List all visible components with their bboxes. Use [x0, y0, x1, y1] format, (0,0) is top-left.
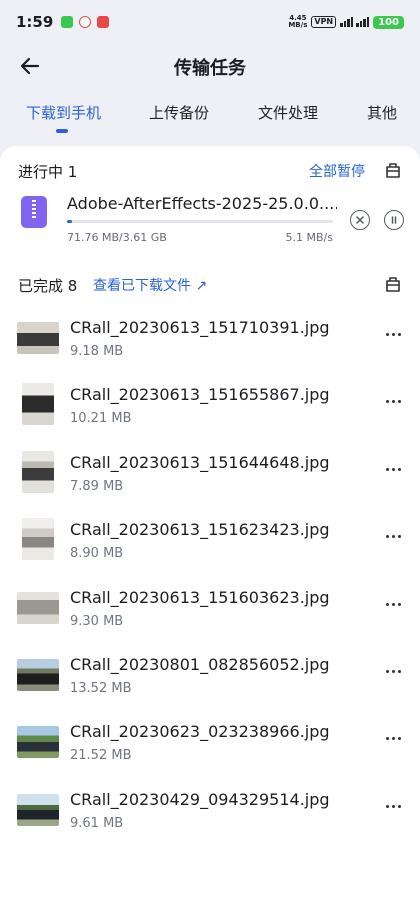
toolbox-icon[interactable] — [383, 160, 403, 180]
list-item[interactable]: CRall_20230613_151710391.jpg 9.18 MB — [0, 316, 420, 376]
download-file-name: Adobe-AfterEffects-2025-25.0.0.... — [67, 194, 337, 213]
list-item[interactable]: CRall_20230613_151603623.jpg 9.30 MB — [0, 586, 420, 646]
more-options-button[interactable] — [382, 796, 404, 816]
image-thumbnail — [17, 794, 59, 826]
tab-download-to-phone[interactable]: 下载到手机 — [26, 102, 101, 123]
more-options-button[interactable] — [382, 391, 404, 411]
tab-other[interactable]: 其他 — [367, 102, 397, 123]
tab-file-processing[interactable]: 文件处理 — [258, 102, 318, 123]
completed-heading: 已完成 8 — [18, 277, 78, 295]
vpn-badge: VPN — [311, 16, 337, 28]
view-downloaded-files-link[interactable]: 查看已下载文件 ↗ — [93, 275, 207, 295]
file-size: 8.90 MB — [70, 546, 124, 561]
download-speed: 5.1 MB/s — [285, 231, 333, 244]
more-options-button[interactable] — [382, 661, 404, 681]
file-size: 7.89 MB — [70, 479, 124, 494]
view-downloaded-files-label: 查看已下载文件 — [93, 278, 191, 294]
more-options-button[interactable] — [382, 324, 404, 344]
file-name: CRall_20230613_151655867.jpg — [70, 385, 330, 404]
close-icon — [356, 216, 364, 224]
list-item[interactable]: CRall_20230623_023238966.jpg 21.52 MB — [0, 720, 420, 780]
download-progress-bar — [67, 220, 333, 223]
file-size: 9.61 MB — [70, 816, 124, 831]
status-bar: 1:59 4.45 MB/s VPN 100 — [0, 0, 420, 44]
arrow-up-right-icon: ↗ — [195, 278, 208, 294]
status-time: 1:59 — [16, 13, 54, 31]
image-thumbnail — [17, 726, 59, 758]
header: 传输任务 — [0, 44, 420, 88]
cancel-download-button[interactable] — [350, 210, 370, 230]
list-item[interactable]: CRall_20230613_151623423.jpg 8.90 MB — [0, 518, 420, 578]
image-thumbnail — [22, 518, 54, 560]
toolbox-icon[interactable] — [383, 274, 403, 294]
active-download-item[interactable]: Adobe-AfterEffects-2025-25.0.0.... 71.76… — [0, 190, 420, 254]
file-name: CRall_20230613_151710391.jpg — [70, 318, 330, 337]
list-item[interactable]: CRall_20230613_151644648.jpg 7.89 MB — [0, 451, 420, 511]
list-item[interactable]: CRall_20230801_082856052.jpg 13.52 MB — [0, 653, 420, 713]
tab-bar: 下载到手机 上传备份 文件处理 其他 — [0, 98, 420, 138]
page-title: 传输任务 — [174, 58, 246, 79]
status-indicators: 4.45 MB/s VPN 100 — [288, 15, 404, 29]
in-progress-heading: 进行中 1 — [18, 163, 78, 181]
file-size: 10.21 MB — [70, 411, 132, 426]
pause-all-button[interactable]: 全部暂停 — [309, 161, 365, 181]
network-speed: 4.45 MB/s — [288, 15, 307, 29]
file-name: CRall_20230613_151644648.jpg — [70, 453, 330, 472]
more-options-button[interactable] — [382, 594, 404, 614]
file-size: 13.52 MB — [70, 681, 132, 696]
file-size: 9.18 MB — [70, 344, 124, 359]
app-notification-icon — [97, 16, 110, 28]
more-options-button[interactable] — [382, 459, 404, 479]
zip-file-icon — [21, 196, 47, 228]
network-speed-unit: MB/s — [288, 21, 308, 29]
file-name: CRall_20230429_094329514.jpg — [70, 790, 330, 809]
image-thumbnail — [17, 322, 59, 354]
list-item[interactable]: CRall_20230429_094329514.jpg 9.61 MB — [0, 788, 420, 848]
more-options-button[interactable] — [382, 728, 404, 748]
file-name: CRall_20230801_082856052.jpg — [70, 655, 330, 674]
tab-upload-backup[interactable]: 上传备份 — [149, 102, 209, 123]
list-item[interactable]: CRall_20230613_151655867.jpg 10.21 MB — [0, 383, 420, 443]
download-size-progress: 71.76 MB/3.61 GB — [67, 231, 167, 244]
alert-notification-icon — [79, 16, 92, 28]
file-name: CRall_20230623_023238966.jpg — [70, 722, 330, 741]
image-thumbnail — [22, 383, 54, 425]
image-thumbnail — [22, 451, 54, 493]
image-thumbnail — [17, 592, 59, 624]
file-size: 9.30 MB — [70, 614, 124, 629]
pause-download-button[interactable] — [384, 210, 404, 230]
image-thumbnail — [17, 659, 59, 691]
download-progress-fill — [67, 220, 73, 223]
file-name: CRall_20230613_151623423.jpg — [70, 520, 330, 539]
file-name: CRall_20230613_151603623.jpg — [70, 588, 330, 607]
active-tab-indicator — [56, 129, 68, 133]
wechat-notification-icon — [61, 16, 74, 28]
battery-indicator: 100 — [373, 15, 404, 29]
more-options-button[interactable] — [382, 526, 404, 546]
pause-icon — [391, 216, 397, 224]
file-size: 21.52 MB — [70, 748, 132, 763]
signal-icon — [340, 17, 370, 27]
